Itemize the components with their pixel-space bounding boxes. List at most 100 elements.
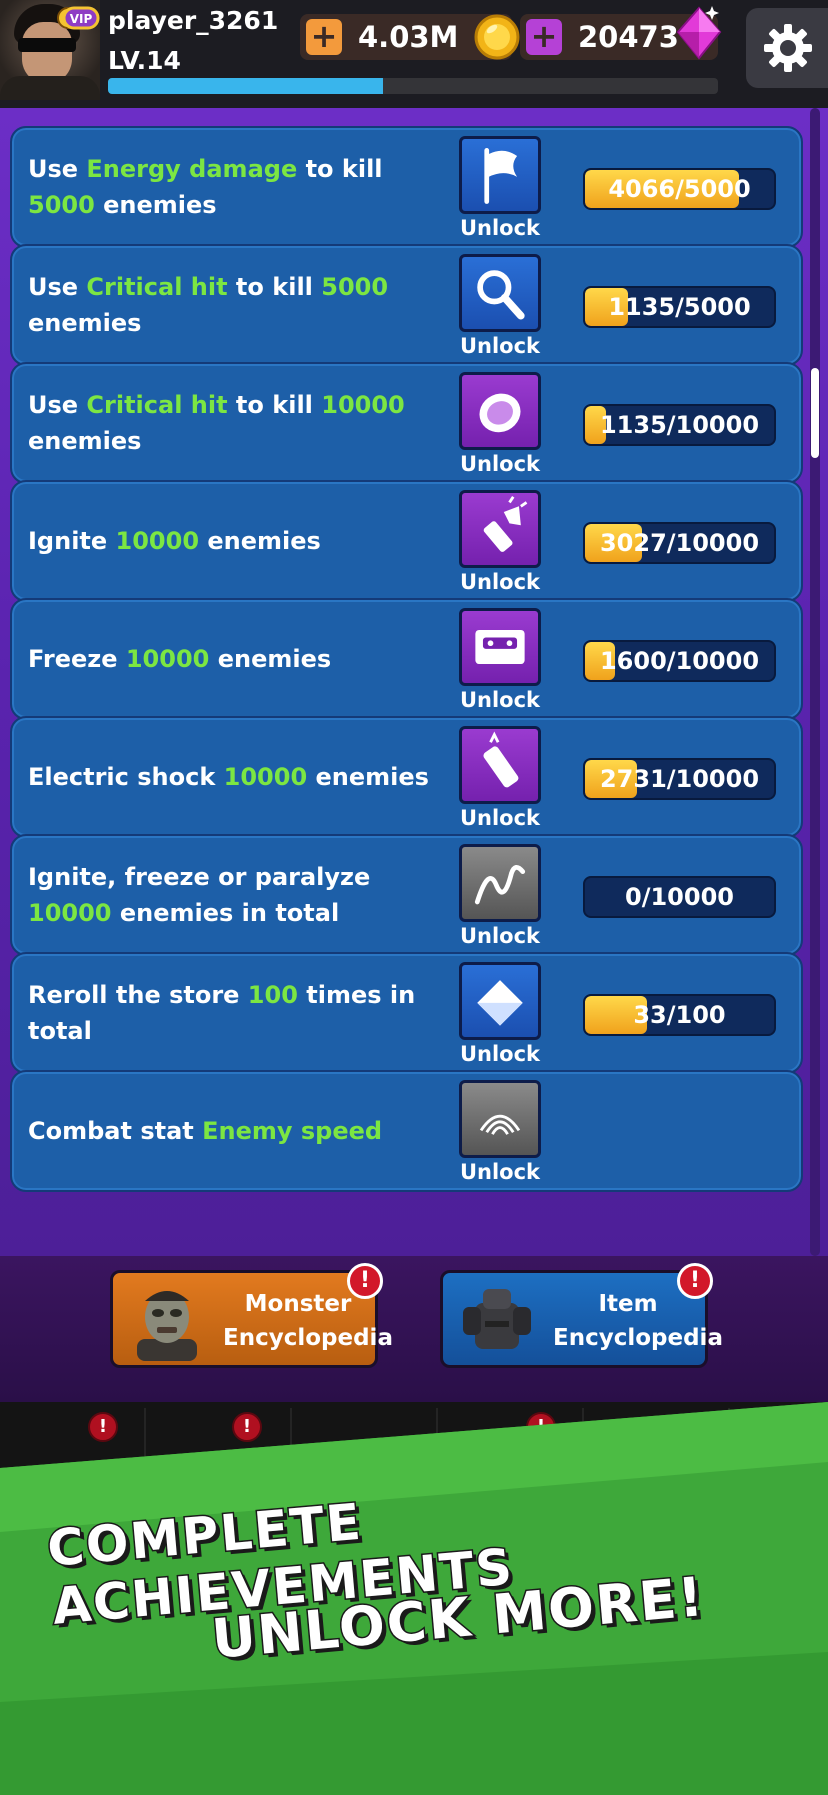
gem-icon — [676, 6, 722, 60]
unlock-label[interactable]: Unlock — [459, 924, 541, 948]
achievement-description: Ignite 10000 enemies — [28, 482, 448, 600]
achievement-card[interactable]: Reroll the store 100 times in total Unloc… — [10, 952, 803, 1074]
unlock-label[interactable]: Unlock — [459, 806, 541, 830]
vip-badge-icon: VIP — [57, 6, 100, 30]
highlight-text: Energy damage — [86, 155, 298, 183]
wave-icon — [474, 865, 526, 905]
alert-icon: ! — [677, 1263, 713, 1299]
achievement-card[interactable]: Combat stat Enemy speed Unlock — [10, 1070, 803, 1192]
highlight-text: Critical hit — [86, 391, 228, 419]
scrollbar-thumb[interactable] — [811, 368, 819, 458]
unlock-label[interactable]: Unlock — [459, 1042, 541, 1066]
unlock-label[interactable]: Unlock — [459, 1160, 541, 1184]
description-text: Combat stat — [28, 1117, 203, 1145]
achievement-icon-box[interactable] — [459, 1080, 541, 1158]
progress-text: 1600/10000 — [599, 647, 760, 675]
achievement-description: Use Critical hit to kill 5000 enemies — [28, 246, 448, 364]
coin-icon — [474, 14, 520, 60]
description-text: enemies — [209, 645, 332, 673]
settings-button[interactable] — [746, 8, 828, 88]
highlight-text: 5000 — [28, 191, 95, 219]
highlight-text: 5000 — [321, 273, 389, 301]
armor-icon — [463, 1289, 531, 1349]
flag-icon — [484, 148, 518, 204]
achievement-description: Combat stat Enemy speed — [28, 1072, 448, 1190]
highlight-text: 10000 — [125, 645, 210, 673]
description-text: to kill — [297, 155, 383, 183]
highlight-text: 10000 — [115, 527, 200, 555]
achievement-icon-box[interactable] — [459, 490, 541, 568]
add-gems-button[interactable]: + — [526, 19, 562, 55]
description-text: Use — [28, 155, 87, 183]
achievement-card[interactable]: Ignite, freeze or paralyze 10000 enemies… — [10, 834, 803, 956]
achievement-card[interactable]: Use Critical hit to kill 5000 enemies Unl… — [10, 244, 803, 366]
achievement-progress-bar: 3027/10000 — [583, 522, 776, 564]
achievement-progress-bar: 4066/5000 — [583, 168, 776, 210]
zombie-icon — [137, 1291, 197, 1361]
achievement-icon-box[interactable] — [459, 136, 541, 214]
achievement-icon-box[interactable] — [459, 254, 541, 332]
description-text: Ignite — [28, 527, 116, 555]
achievement-progress-bar: 1600/10000 — [583, 640, 776, 682]
unlock-label[interactable]: Unlock — [459, 334, 541, 358]
achievement-progress-bar: 0/10000 — [583, 876, 776, 918]
item-encyclopedia-button[interactable]: Item Encyclopedia ! — [440, 1263, 723, 1368]
highlight-text: 10000 — [28, 899, 112, 927]
description-text: to kill — [227, 273, 322, 301]
progress-text: 1135/10000 — [599, 411, 760, 439]
description-text: Electric shock — [28, 763, 224, 791]
description-text: enemies — [28, 309, 142, 337]
monster-encyclopedia-button[interactable]: Monster Encyclopedia ! — [110, 1263, 393, 1368]
highlight-text: 10000 — [223, 763, 308, 791]
achievement-card[interactable]: Use Critical hit to kill 10000 enemies Un… — [10, 362, 803, 484]
unlock-label[interactable]: Unlock — [459, 216, 541, 240]
coin-counter[interactable]: + 4.03M — [300, 14, 520, 60]
progress-text: 4066/5000 — [608, 175, 751, 203]
achievement-icon-box[interactable] — [459, 372, 541, 450]
achievement-progress-bar: 33/100 — [583, 994, 776, 1036]
achievement-icon-box[interactable] — [459, 726, 541, 804]
description-text: Freeze — [28, 645, 126, 673]
flashlight-icon — [483, 496, 528, 552]
description-text: enemies — [28, 427, 142, 455]
description-text: Reroll the store — [28, 981, 248, 1009]
achievement-description: Use Energy damage to kill 5000 enemies — [28, 128, 448, 246]
unlock-label[interactable]: Unlock — [459, 570, 541, 594]
achievement-description: Electric shock 10000 enemies — [28, 718, 448, 836]
scrollbar[interactable] — [810, 108, 820, 1256]
xp-progress-fill — [108, 78, 383, 94]
achievement-progress-bar: 1135/5000 — [583, 286, 776, 328]
achievement-icon-box[interactable] — [459, 608, 541, 686]
achievement-card[interactable]: Ignite 10000 enemies Unlock 3027/10000 — [10, 480, 803, 602]
achievement-card[interactable]: Freeze 10000 enemies Unlock 1600/10000 — [10, 598, 803, 720]
description-text: enemies in total — [111, 899, 340, 927]
achievement-icon-box[interactable] — [459, 962, 541, 1040]
achievement-icon-box[interactable] — [459, 844, 541, 922]
coin-amount: 4.03M — [358, 20, 459, 54]
achievement-description: Reroll the store 100 times in total — [28, 954, 448, 1072]
unlock-label[interactable]: Unlock — [459, 688, 541, 712]
xp-progress-bar — [108, 78, 718, 94]
achievement-card[interactable]: Electric shock 10000 enemies Unlock 2731/1… — [10, 716, 803, 838]
battery-icon — [483, 731, 519, 788]
svg-text:VIP: VIP — [70, 12, 93, 26]
top-bar: VIP player_3261 LV.14 + 4.03M + 20473 — [0, 0, 828, 108]
description-text: Use — [28, 391, 87, 419]
achievement-description: Use Critical hit to kill 10000 enemies — [28, 364, 448, 482]
achievement-progress-bar: 1135/10000 — [583, 404, 776, 446]
gem-counter[interactable]: + 20473 — [520, 6, 722, 60]
progress-text: 2731/10000 — [599, 765, 760, 793]
add-coins-button[interactable]: + — [306, 19, 342, 55]
achievements-panel[interactable]: Use Energy damage to kill 5000 enemies Un… — [0, 108, 828, 1256]
envelope-icon — [477, 980, 523, 1026]
cassette-icon — [475, 629, 525, 665]
fingerprint-icon — [479, 1114, 521, 1135]
unlock-label[interactable]: Unlock — [459, 452, 541, 476]
description-text: enemies — [94, 191, 217, 219]
monster-encyclopedia-label: Monster Encyclopedia — [223, 1291, 393, 1351]
progress-text: 33/100 — [633, 1001, 726, 1029]
achievement-card[interactable]: Use Energy damage to kill 5000 enemies Un… — [10, 126, 803, 248]
item-encyclopedia-label: Item Encyclopedia — [553, 1291, 723, 1351]
highlight-text: Enemy speed — [202, 1117, 383, 1145]
description-text: enemies — [199, 527, 321, 555]
